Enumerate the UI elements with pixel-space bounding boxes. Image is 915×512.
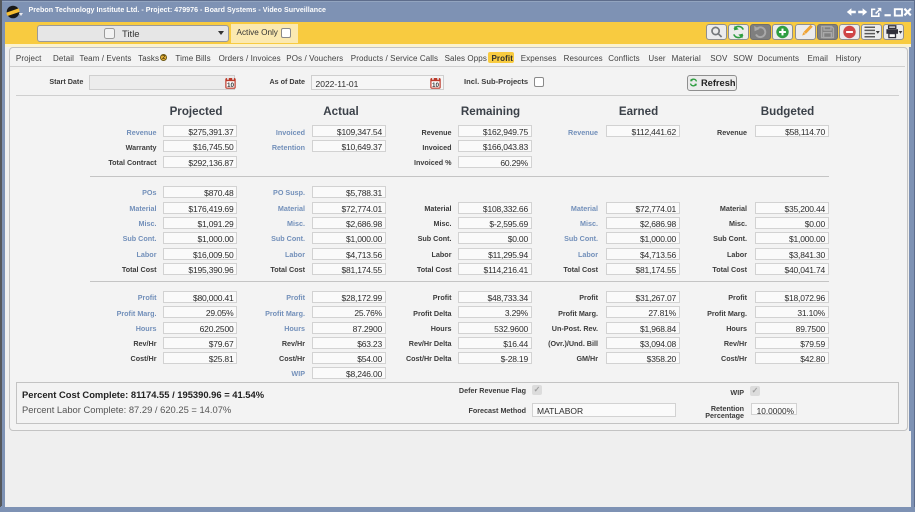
svg-text:10: 10 xyxy=(227,81,235,88)
svg-text:10: 10 xyxy=(432,81,440,88)
